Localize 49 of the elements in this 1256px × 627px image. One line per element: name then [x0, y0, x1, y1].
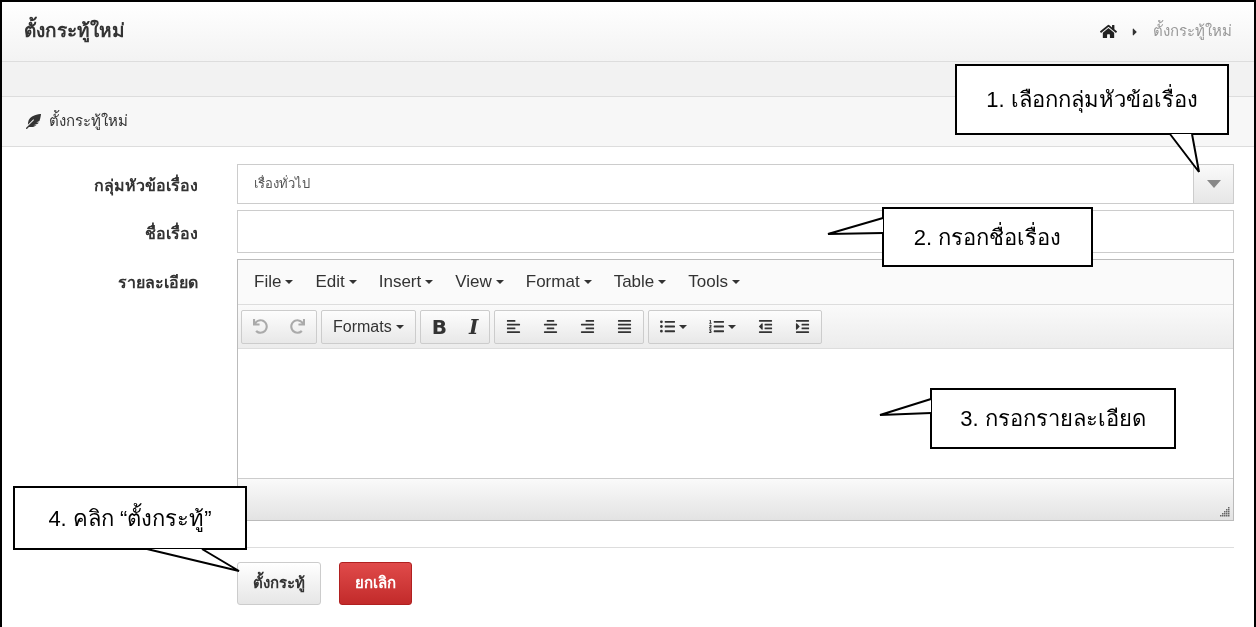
field-label: กลุ่มหัวข้อเรื่อง	[22, 164, 198, 204]
caret-icon	[679, 324, 688, 329]
category-select[interactable]: เรื่องทั่วไป	[237, 164, 1234, 204]
align-justify-icon	[617, 319, 633, 334]
menu-item[interactable]: File	[243, 269, 305, 295]
submit-button[interactable]: ตั้งกระทู้	[237, 562, 321, 605]
redo-icon	[290, 319, 305, 334]
caret-icon	[285, 280, 294, 284]
menu-item[interactable]: Format	[514, 269, 603, 295]
callout: 1. เลือกกลุ่มหัวข้อเรื่อง	[955, 64, 1229, 135]
caret-icon	[658, 280, 667, 284]
align-left-icon	[506, 319, 522, 334]
outdent-icon	[758, 319, 774, 334]
menu-item[interactable]: Insert	[367, 269, 445, 295]
home-icon[interactable]	[1100, 23, 1117, 40]
callout-pointer	[879, 398, 932, 416]
menu-item[interactable]: Edit	[304, 269, 368, 295]
caret-icon	[728, 324, 737, 329]
field-label: รายละเอียด	[117, 273, 198, 293]
caret-icon	[395, 324, 404, 329]
bullet-list-icon	[660, 319, 676, 334]
resize-handle-icon[interactable]	[1220, 507, 1230, 517]
caret-icon	[583, 280, 592, 284]
field-label: ชื่อเรื่อง	[22, 210, 198, 253]
panel-title: ตั้งกระทู้ใหม่	[49, 110, 128, 132]
menu-item[interactable]: Tools	[677, 269, 751, 295]
page-title: ตั้งกระทู้ใหม่	[24, 17, 125, 46]
italic-button[interactable]: I	[457, 310, 490, 343]
breadcrumb-current: ตั้งกระทู้ใหม่	[1153, 20, 1232, 42]
menu-item[interactable]: Table	[602, 269, 678, 295]
cancel-button[interactable]: ยกเลิก	[339, 562, 412, 605]
callout: 2. กรอกชื่อเรื่อง	[882, 207, 1093, 267]
callout-pointer	[827, 217, 884, 235]
dropdown-arrow-button[interactable]	[1193, 165, 1233, 203]
caret-icon	[495, 280, 504, 284]
caret-icon	[731, 280, 740, 284]
align-center-icon	[543, 319, 559, 334]
caret-icon	[348, 280, 357, 284]
callout: 3. กรอกรายละเอียด	[930, 388, 1176, 449]
caret-icon	[1206, 180, 1221, 188]
align-right-icon	[580, 319, 596, 334]
caret-icon	[425, 280, 434, 284]
bold-button[interactable]: B	[420, 310, 458, 343]
feather-icon	[26, 114, 41, 129]
formats-dropdown[interactable]: Formats	[322, 310, 415, 343]
numbered-list-icon	[709, 319, 725, 334]
indent-icon	[795, 319, 811, 334]
undo-icon	[253, 319, 268, 334]
menu-item[interactable]: View	[444, 269, 515, 295]
